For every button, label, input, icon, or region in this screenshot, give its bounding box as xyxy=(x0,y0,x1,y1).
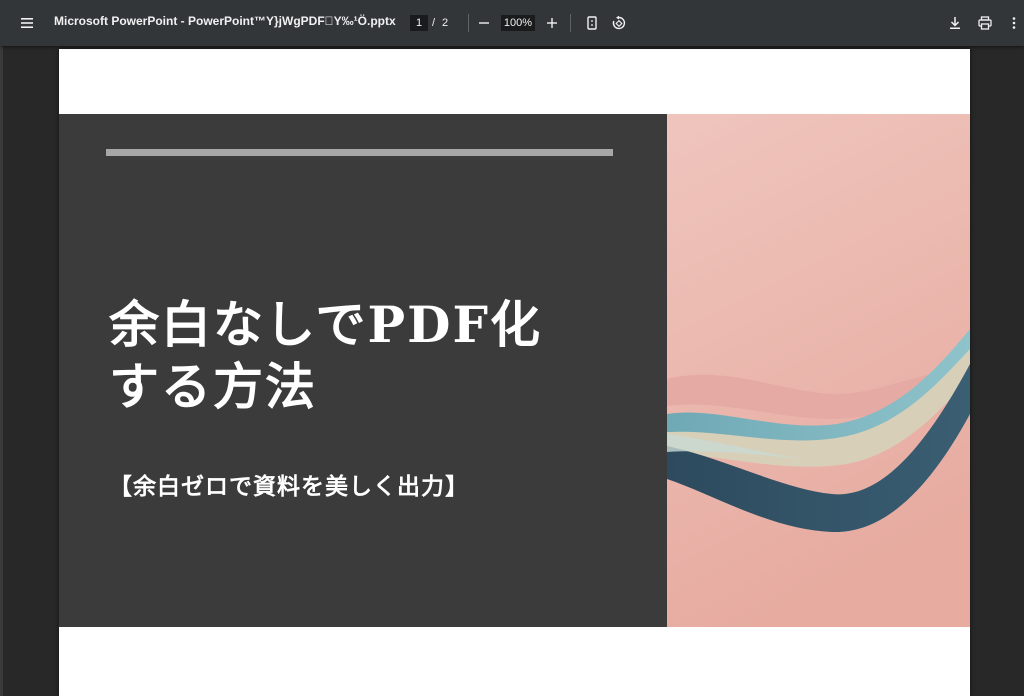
fit-page-icon[interactable] xyxy=(582,13,602,33)
toolbar-divider xyxy=(468,14,469,32)
accent-bar xyxy=(106,149,613,156)
slide-title: 余白なしでPDF化 する方法 xyxy=(109,294,649,418)
rotate-icon[interactable] xyxy=(609,13,629,33)
slide-title-line2: する方法 xyxy=(109,357,317,416)
more-vertical-icon[interactable] xyxy=(1004,13,1024,33)
minus-icon[interactable] xyxy=(474,13,494,33)
document-title: Microsoft PowerPoint - PowerPoint™Y}jWgP… xyxy=(54,14,396,28)
zoom-input[interactable] xyxy=(501,15,535,31)
slide-text-panel: 余白なしでPDF化 する方法 【余白ゼロで資料を美しく出力】 xyxy=(59,114,667,627)
plus-icon[interactable] xyxy=(542,13,562,33)
pdf-toolbar: Microsoft PowerPoint - PowerPoint™Y}jWgP… xyxy=(0,0,1024,46)
print-icon[interactable] xyxy=(975,13,995,33)
toolbar-divider xyxy=(570,14,571,32)
slide-abstract-image xyxy=(667,114,970,627)
page-separator: / xyxy=(432,17,436,29)
download-icon[interactable] xyxy=(945,13,965,33)
abstract-wave-image xyxy=(667,114,970,627)
left-edge xyxy=(0,46,3,696)
page-number-input[interactable] xyxy=(410,15,428,31)
slide-subtitle: 【余白ゼロで資料を美しく出力】 xyxy=(109,474,469,500)
page-total: 2 xyxy=(442,17,449,29)
pdf-page: 余白なしでPDF化 する方法 【余白ゼロで資料を美しく出力】 xyxy=(59,49,970,696)
slide-title-line1: 余白なしでPDF化 xyxy=(109,295,542,354)
menu-icon[interactable] xyxy=(17,13,37,33)
